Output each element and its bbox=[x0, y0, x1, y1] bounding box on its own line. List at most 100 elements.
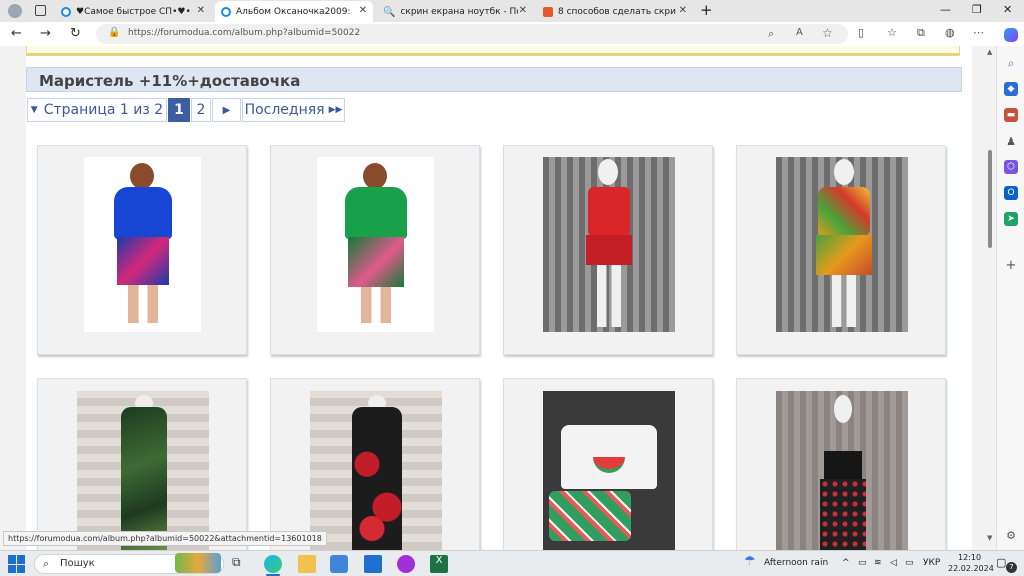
dress-photo[interactable] bbox=[776, 157, 908, 332]
back-button[interactable]: ← bbox=[11, 26, 22, 41]
task-view-icon[interactable]: ⧉ bbox=[232, 555, 250, 573]
tab-strip: ♥Самое быстрое СП•♥• Огромн ✕ Альбом Окс… bbox=[0, 0, 1024, 22]
dress-top bbox=[114, 187, 172, 239]
search-favicon-icon: 🔍 bbox=[383, 6, 396, 18]
mail-icon[interactable] bbox=[364, 555, 382, 573]
page-selector[interactable]: ▼ Страница 1 из 2 bbox=[27, 98, 167, 122]
dress-photo[interactable] bbox=[543, 391, 675, 550]
profile-icon[interactable] bbox=[8, 4, 22, 18]
zoom-icon[interactable]: ⌕ bbox=[768, 27, 774, 41]
tab-album[interactable]: Альбом Оксаночка2009: Марис ✕ bbox=[215, 1, 373, 22]
vertical-scrollbar[interactable]: ▲ ▼ bbox=[984, 46, 996, 550]
search-placeholder: Пошук bbox=[60, 558, 95, 569]
lock-icon[interactable]: 🔒 bbox=[108, 27, 120, 38]
show-hidden-icons[interactable]: ^ bbox=[842, 558, 850, 568]
close-window-button[interactable]: ✕ bbox=[1003, 3, 1012, 16]
close-icon[interactable]: ✕ bbox=[359, 5, 367, 16]
next-page-button[interactable]: ▶ bbox=[212, 98, 241, 122]
forum-favicon-icon bbox=[61, 6, 71, 17]
battery-icon[interactable]: ▭ bbox=[905, 558, 914, 568]
clock-time[interactable]: 12:10 bbox=[958, 553, 981, 562]
mannequin-head bbox=[834, 395, 852, 423]
sidebar-settings-icon[interactable]: ⚙ bbox=[1004, 528, 1018, 542]
browser-essentials-icon[interactable]: ◍ bbox=[945, 26, 955, 39]
legs bbox=[597, 265, 621, 327]
address-bar[interactable]: 🔒 https://forumodua.com/album.php?albumi… bbox=[96, 24, 848, 44]
taskbar-search[interactable]: ⌕ Пошук bbox=[34, 553, 224, 574]
dress-body bbox=[121, 407, 167, 550]
browser-toolbar: ← → ↻ 🔒 https://forumodua.com/album.php?… bbox=[0, 22, 1024, 46]
dress-skirt bbox=[117, 237, 169, 285]
weather-icon[interactable]: ☂ bbox=[744, 554, 756, 569]
read-aloud-icon[interactable]: A bbox=[796, 27, 803, 38]
store-icon[interactable] bbox=[330, 555, 348, 573]
status-bar-url: https://forumodua.com/album.php?albumid=… bbox=[3, 531, 327, 546]
drop-icon[interactable]: ➤ bbox=[1004, 212, 1018, 226]
notification-count: 7 bbox=[1006, 562, 1017, 573]
model-head bbox=[363, 163, 387, 189]
wifi-icon[interactable]: ≋ bbox=[874, 558, 882, 568]
new-tab-button[interactable]: + bbox=[700, 1, 713, 19]
excel-icon[interactable]: X bbox=[430, 555, 448, 573]
page-2-link[interactable]: 2 bbox=[191, 98, 211, 122]
speaker-icon[interactable]: ◁ bbox=[890, 558, 897, 568]
maximize-button[interactable]: ❐ bbox=[972, 3, 982, 16]
collections-icon[interactable]: ⧉ bbox=[917, 26, 925, 40]
tab-screenshot-article[interactable]: 8 способов сделать скриншот н ✕ bbox=[537, 1, 693, 22]
games-icon[interactable]: ♟ bbox=[1004, 134, 1018, 148]
copilot-icon[interactable] bbox=[1004, 28, 1018, 42]
dress-photo[interactable] bbox=[543, 157, 675, 332]
tools-icon[interactable]: ▬ bbox=[1004, 108, 1018, 122]
dress-skirt bbox=[816, 235, 872, 275]
dress-skirt bbox=[586, 235, 632, 265]
dress-photo[interactable] bbox=[776, 391, 908, 550]
network-icon[interactable]: ▭ bbox=[858, 558, 867, 568]
dress-photo[interactable] bbox=[310, 391, 442, 550]
favorites-icon[interactable]: ☆ bbox=[887, 26, 897, 39]
forward-button[interactable]: → bbox=[40, 26, 51, 41]
album-title: Маристель +11%+доставочка bbox=[26, 67, 962, 92]
shorts bbox=[549, 491, 631, 541]
model-head bbox=[130, 163, 154, 189]
settings-more-icon[interactable]: ⋯ bbox=[973, 26, 984, 39]
start-button[interactable] bbox=[8, 555, 26, 573]
dress-top bbox=[345, 187, 407, 239]
tab-forum[interactable]: ♥Самое быстрое СП•♥• Огромн ✕ bbox=[55, 1, 211, 22]
url-text: https://forumodua.com/album.php?albumid=… bbox=[128, 28, 361, 38]
shopping-icon[interactable]: ◆ bbox=[1004, 82, 1018, 96]
last-page-button[interactable]: Последняя ▶▶ bbox=[242, 98, 345, 122]
notice-bar bbox=[26, 46, 960, 56]
close-icon[interactable]: ✕ bbox=[519, 5, 527, 16]
language-indicator[interactable]: УКР bbox=[923, 558, 940, 568]
microsoft-365-icon[interactable]: ⬡ bbox=[1004, 160, 1018, 174]
tab-label: скрин екрана ноутбк - Пошук bbox=[400, 6, 518, 17]
notification-bell-icon[interactable]: ▢ bbox=[996, 556, 1006, 569]
dress-photo[interactable] bbox=[84, 157, 201, 332]
minimize-button[interactable]: — bbox=[940, 3, 951, 16]
dress-photo[interactable] bbox=[77, 391, 209, 550]
reload-button[interactable]: ↻ bbox=[70, 26, 81, 41]
outlook-icon[interactable]: O bbox=[1004, 186, 1018, 200]
close-icon[interactable]: ✕ bbox=[679, 5, 687, 16]
weather-text[interactable]: Afternoon rain bbox=[764, 558, 828, 568]
split-screen-icon[interactable]: ▯ bbox=[858, 26, 864, 39]
add-sidebar-app-icon[interactable]: + bbox=[1004, 258, 1018, 273]
tab-search[interactable]: 🔍 скрин екрана ноутбк - Пошук ✕ bbox=[377, 1, 533, 22]
search-icon[interactable]: ⌕ bbox=[1004, 56, 1018, 70]
search-highlight-icon bbox=[175, 553, 221, 573]
next-arrow-icon: ▶ bbox=[222, 104, 231, 116]
scroll-down-icon[interactable]: ▼ bbox=[987, 534, 992, 542]
media-player-icon[interactable] bbox=[397, 555, 415, 573]
slip-top bbox=[824, 451, 862, 481]
edge-taskbar-icon[interactable] bbox=[264, 555, 282, 573]
dress-photo[interactable] bbox=[317, 157, 434, 332]
forum-favicon-icon bbox=[221, 6, 231, 17]
close-icon[interactable]: ✕ bbox=[197, 5, 205, 16]
file-explorer-icon[interactable] bbox=[298, 555, 316, 573]
favorite-star-icon[interactable]: ☆ bbox=[822, 26, 833, 40]
tab-label: Альбом Оксаночка2009: Марис bbox=[236, 6, 354, 17]
scroll-up-icon[interactable]: ▲ bbox=[987, 48, 992, 56]
clock-date[interactable]: 22.02.2024 bbox=[948, 564, 994, 573]
tab-actions-icon[interactable] bbox=[35, 5, 46, 16]
scroll-thumb[interactable] bbox=[988, 150, 992, 248]
